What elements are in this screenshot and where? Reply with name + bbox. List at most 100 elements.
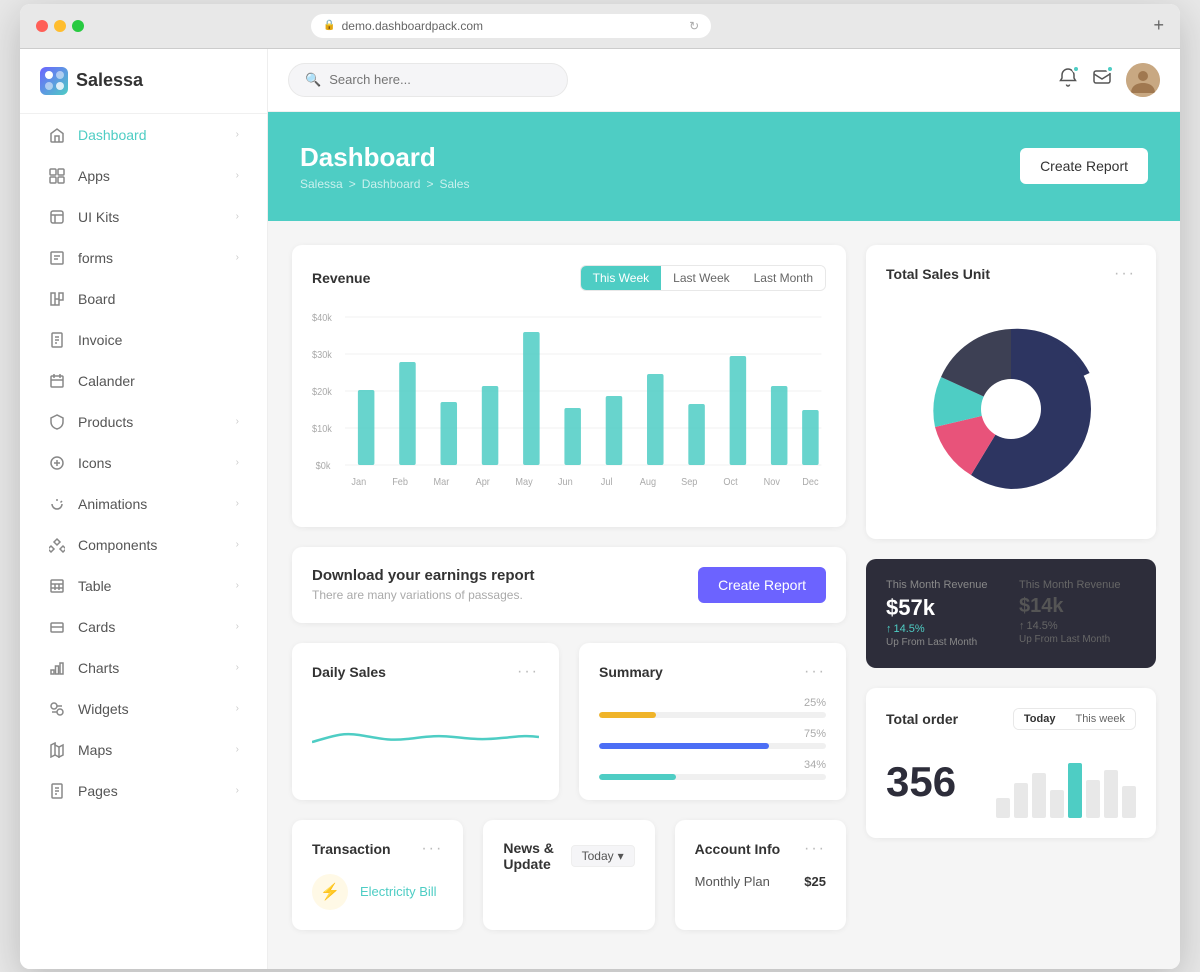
pages-icon [48,782,66,800]
stat-prev-month: This Month Revenue $14k ↑ 14.5% Up From … [1019,579,1136,648]
earnings-title: Download your earnings report [312,567,535,584]
sidebar-item-cards[interactable]: Cards › [28,607,259,647]
sidebar: Salessa Dashboard › Apps › [20,49,268,969]
widgets-icon [48,700,66,718]
sidebar-item-charts[interactable]: Charts › [28,648,259,688]
summary-menu[interactable]: ··· [804,663,826,681]
new-tab-button[interactable]: + [1153,15,1164,36]
svg-text:Oct: Oct [723,476,738,487]
logo-area: Salessa [20,49,267,114]
breadcrumb-sales: Sales [439,177,469,191]
sidebar-item-table[interactable]: Table › [28,566,259,606]
search-input[interactable] [329,72,529,87]
dashboard-header: Dashboard Salessa > Dashboard > Sales Cr… [268,112,1180,221]
summary-bar-fill-2 [599,743,769,749]
sidebar-item-ui-kits[interactable]: UI Kits › [28,197,259,237]
earnings-create-report-button[interactable]: Create Report [698,567,826,603]
summary-bar-label-2: 75% [599,728,826,740]
sidebar-label-uikits: UI Kits [78,209,224,225]
tab-this-week[interactable]: This Week [581,266,661,290]
mini-bar-5 [1068,763,1082,818]
sidebar-item-products[interactable]: Products › [28,402,259,442]
svg-text:Jan: Jan [351,476,366,487]
sidebar-item-components[interactable]: Components › [28,525,259,565]
revenue-chart: $40k $30k $20k $10k $0k [312,307,826,507]
earnings-subtitle: There are many variations of passages. [312,588,535,602]
svg-text:$40k: $40k [312,312,332,323]
create-report-button[interactable]: Create Report [1020,148,1148,184]
minimize-dot[interactable] [54,20,66,32]
total-sales-menu[interactable]: ··· [1114,265,1136,283]
tab-last-month[interactable]: Last Month [742,266,825,290]
tab-last-week[interactable]: Last Week [661,266,741,290]
order-tab-group: Today This week [1013,708,1136,730]
search-bar[interactable]: 🔍 [288,63,568,97]
sidebar-label-widgets: Widgets [78,701,224,717]
sidebar-item-calander[interactable]: Calander [28,361,259,401]
user-avatar[interactable] [1126,63,1160,97]
earnings-card: Download your earnings report There are … [292,547,846,623]
right-column: Total Sales Unit ··· [866,245,1156,930]
forms-icon [48,249,66,267]
tab-today[interactable]: Today [1014,709,1066,729]
top-bar-right [1058,63,1160,97]
sidebar-label-pages: Pages [78,783,224,799]
browser-dots [36,20,84,32]
earnings-text: Download your earnings report There are … [312,567,535,602]
sidebar-item-widgets[interactable]: Widgets › [28,689,259,729]
breadcrumb: Salessa > Dashboard > Sales [300,177,469,191]
notification-bell[interactable] [1058,67,1078,92]
tab-this-week[interactable]: This week [1065,709,1135,729]
sidebar-item-apps[interactable]: Apps › [28,156,259,196]
close-dot[interactable] [36,20,48,32]
summary-bar-2: 75% [599,728,826,749]
stat-this-month-sub: Up From Last Month [886,637,1003,648]
sidebar-label-cards: Cards [78,619,224,635]
chevron-icon: › [236,744,239,755]
daily-sales-title: Daily Sales [312,664,386,680]
breadcrumb-sep2: > [426,177,433,191]
sidebar-item-dashboard[interactable]: Dashboard › [28,115,259,155]
sidebar-label-components: Components [78,537,224,553]
transaction-icon: ⚡ [312,874,348,910]
invoice-icon [48,331,66,349]
sidebar-label-invoice: Invoice [78,332,239,348]
sidebar-label-charts: Charts [78,660,224,676]
refresh-icon[interactable]: ↻ [689,19,699,33]
chevron-icon: › [236,580,239,591]
home-icon [48,126,66,144]
maps-icon [48,741,66,759]
sidebar-item-pages[interactable]: Pages › [28,771,259,811]
browser-address-bar[interactable]: 🔒 demo.dashboardpack.com ↻ [311,14,711,38]
search-icon: 🔍 [305,72,321,88]
top-bar: 🔍 [268,49,1180,112]
svg-text:$20k: $20k [312,386,332,397]
chevron-icon: › [236,211,239,222]
total-sales-card: Total Sales Unit ··· [866,245,1156,539]
maximize-dot[interactable] [72,20,84,32]
left-column: Revenue This Week Last Week Last Month [292,245,846,930]
account-info-menu[interactable]: ··· [804,840,826,858]
news-header: News & Update Today ▾ [503,840,634,872]
svg-text:$10k: $10k [312,423,332,434]
summary-bar-3: 34% [599,759,826,780]
sidebar-item-icons[interactable]: Icons › [28,443,259,483]
daily-sales-menu[interactable]: ··· [517,663,539,681]
total-order-body: 356 [886,746,1136,818]
account-info-rows: Monthly Plan $25 [695,874,826,889]
news-today-filter[interactable]: Today ▾ [571,845,635,867]
sidebar-item-board[interactable]: Board [28,279,259,319]
revenue-title: Revenue [312,270,370,286]
account-info-header: Account Info ··· [695,840,826,858]
transaction-menu[interactable]: ··· [421,840,443,858]
sidebar-item-animations[interactable]: Animations › [28,484,259,524]
mail-icon[interactable] [1092,67,1112,92]
animations-icon [48,495,66,513]
sidebar-item-forms[interactable]: forms › [28,238,259,278]
sidebar-item-maps[interactable]: Maps › [28,730,259,770]
logo-text: Salessa [76,70,143,91]
sidebar-label-dashboard: Dashboard [78,127,224,143]
chevron-icon: › [236,129,239,140]
stat-prev-month-change: ↑ 14.5% [1019,620,1136,632]
sidebar-item-invoice[interactable]: Invoice [28,320,259,360]
